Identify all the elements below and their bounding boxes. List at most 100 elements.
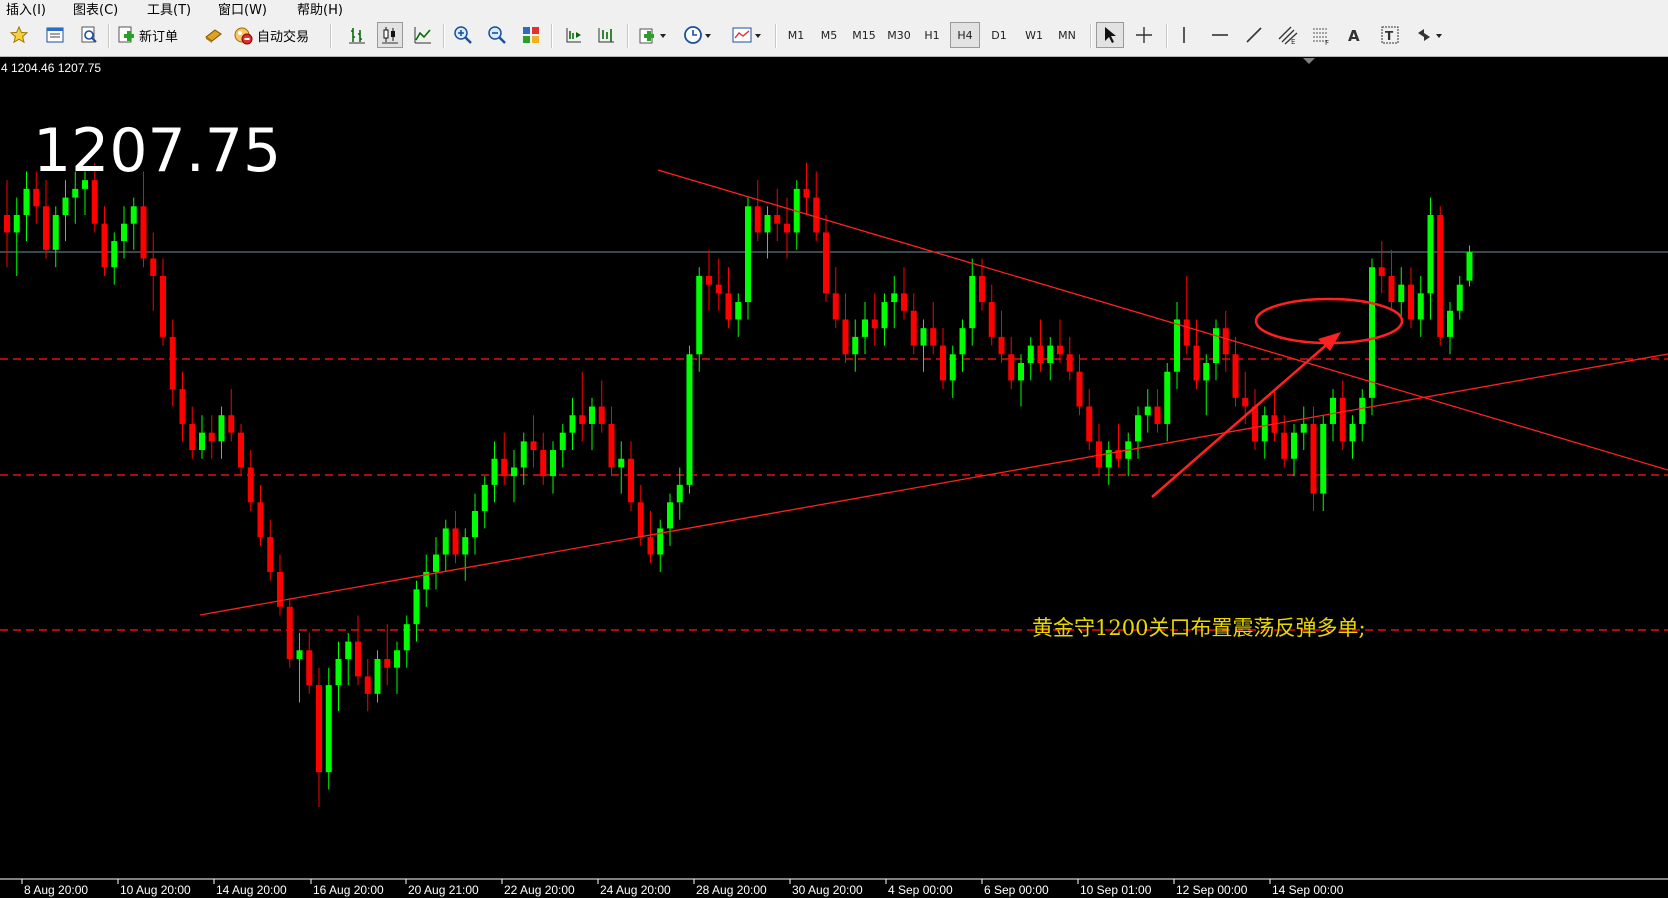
bear-candle[interactable] xyxy=(715,284,722,294)
bull-candle[interactable] xyxy=(481,484,488,511)
text-tool-button[interactable]: A xyxy=(1342,22,1366,48)
bull-candle[interactable] xyxy=(374,659,381,694)
bull-candle[interactable] xyxy=(52,215,59,250)
bear-candle[interactable] xyxy=(238,432,244,468)
bull-candle[interactable] xyxy=(589,406,595,424)
new-order-button[interactable]: 新订单 xyxy=(114,22,196,48)
bull-candle[interactable] xyxy=(686,354,693,485)
bear-candle[interactable] xyxy=(1232,354,1239,398)
bear-candle[interactable] xyxy=(1057,345,1063,355)
bull-candle[interactable] xyxy=(335,659,342,686)
tile-windows-button[interactable] xyxy=(518,22,544,48)
bear-candle[interactable] xyxy=(1222,328,1229,355)
bull-candle[interactable] xyxy=(1349,423,1356,442)
bear-candle[interactable] xyxy=(247,467,254,503)
bear-candle[interactable] xyxy=(598,406,605,424)
bull-candle[interactable] xyxy=(1369,267,1375,398)
templates-button[interactable] xyxy=(726,22,768,48)
bull-candle[interactable] xyxy=(442,528,449,555)
bear-candle[interactable] xyxy=(871,319,878,329)
price-chart[interactable]: 4 1204.46 1207.75 1207.75 黄金守1200关口布置震荡反… xyxy=(0,57,1668,898)
bull-candle[interactable] xyxy=(296,650,303,659)
bear-candle[interactable] xyxy=(1154,406,1161,424)
zoom-in-button[interactable] xyxy=(450,22,476,48)
bear-candle[interactable] xyxy=(725,293,732,320)
bear-candle[interactable] xyxy=(1378,267,1385,276)
bear-candle[interactable] xyxy=(267,537,274,572)
bear-candle[interactable] xyxy=(706,275,712,285)
bear-candle[interactable] xyxy=(101,223,108,268)
auto-trading-button[interactable]: 自动交易 xyxy=(230,22,324,48)
timeframe-m5-button[interactable]: M5 xyxy=(814,22,844,48)
bull-candle[interactable] xyxy=(1018,363,1024,381)
bear-candle[interactable] xyxy=(33,188,40,207)
bear-candle[interactable] xyxy=(832,293,839,320)
bull-candle[interactable] xyxy=(1427,215,1434,294)
bull-candle[interactable] xyxy=(667,502,673,529)
bear-candle[interactable] xyxy=(140,206,147,259)
bear-candle[interactable] xyxy=(150,258,157,276)
bear-candle[interactable] xyxy=(1281,432,1288,459)
bear-candle[interactable] xyxy=(540,450,547,477)
bear-candle[interactable] xyxy=(530,441,537,451)
equidistant-channel-tool-button[interactable]: E xyxy=(1274,22,1302,48)
bear-candle[interactable] xyxy=(355,641,361,677)
bull-candle[interactable] xyxy=(1330,397,1336,424)
bear-candle[interactable] xyxy=(930,328,937,346)
bull-candle[interactable] xyxy=(1466,252,1473,281)
bear-candle[interactable] xyxy=(208,432,215,442)
bear-candle[interactable] xyxy=(286,606,293,659)
bull-candle[interactable] xyxy=(1174,319,1180,372)
bull-candle[interactable] xyxy=(559,432,566,451)
bear-candle[interactable] xyxy=(1086,406,1093,442)
timeframe-m1-button[interactable]: M1 xyxy=(781,22,811,48)
bear-candle[interactable] xyxy=(979,275,985,303)
bull-candle[interactable] xyxy=(72,188,79,198)
timeframe-m30-button[interactable]: M30 xyxy=(882,22,916,48)
periods-button[interactable] xyxy=(678,22,718,48)
bull-candle[interactable] xyxy=(121,223,127,242)
bull-candle[interactable] xyxy=(472,511,478,538)
bear-candle[interactable] xyxy=(579,415,586,424)
bull-candle[interactable] xyxy=(764,215,771,233)
zoom-out-button[interactable] xyxy=(484,22,510,48)
bull-candle[interactable] xyxy=(433,554,439,572)
bull-candle[interactable] xyxy=(735,302,742,320)
crosshair-tool-button[interactable] xyxy=(1130,22,1158,48)
bear-candle[interactable] xyxy=(1008,354,1015,381)
timeframe-mn-button[interactable]: MN xyxy=(1051,22,1083,48)
bear-candle[interactable] xyxy=(189,423,196,451)
bull-candle[interactable] xyxy=(403,624,410,651)
bear-candle[interactable] xyxy=(628,458,634,503)
indicators-button[interactable] xyxy=(633,22,673,48)
bear-candle[interactable] xyxy=(803,188,810,198)
bear-candle[interactable] xyxy=(637,502,644,538)
bull-candle[interactable] xyxy=(618,458,625,468)
bear-candle[interactable] xyxy=(998,336,1005,355)
bull-candle[interactable] xyxy=(1027,345,1034,363)
bull-candle[interactable] xyxy=(13,215,20,233)
bear-candle[interactable] xyxy=(1183,319,1190,346)
bear-candle[interactable] xyxy=(179,389,186,424)
bear-candle[interactable] xyxy=(774,215,781,224)
bear-candle[interactable] xyxy=(160,275,166,337)
horizontal-line-tool-button[interactable] xyxy=(1206,22,1234,48)
bull-candle[interactable] xyxy=(569,415,576,433)
bear-candle[interactable] xyxy=(1193,345,1200,381)
bear-candle[interactable] xyxy=(1242,397,1249,407)
bear-candle[interactable] xyxy=(784,223,790,233)
timeframe-h1-button[interactable]: H1 xyxy=(917,22,947,48)
timeframe-h4-button[interactable]: H4 xyxy=(950,22,980,48)
bull-candle[interactable] xyxy=(852,336,859,355)
bear-candle[interactable] xyxy=(228,415,235,433)
bull-candle[interactable] xyxy=(1203,363,1210,381)
bear-candle[interactable] xyxy=(43,206,49,250)
bull-candle[interactable] xyxy=(920,328,927,346)
bear-candle[interactable] xyxy=(647,537,654,555)
bull-candle[interactable] xyxy=(511,467,517,477)
bull-candle[interactable] xyxy=(1144,406,1151,416)
bull-candle[interactable] xyxy=(491,458,498,485)
bull-candle[interactable] xyxy=(199,432,205,451)
strategy-tester-button[interactable] xyxy=(200,22,226,48)
bear-candle[interactable] xyxy=(842,319,849,355)
